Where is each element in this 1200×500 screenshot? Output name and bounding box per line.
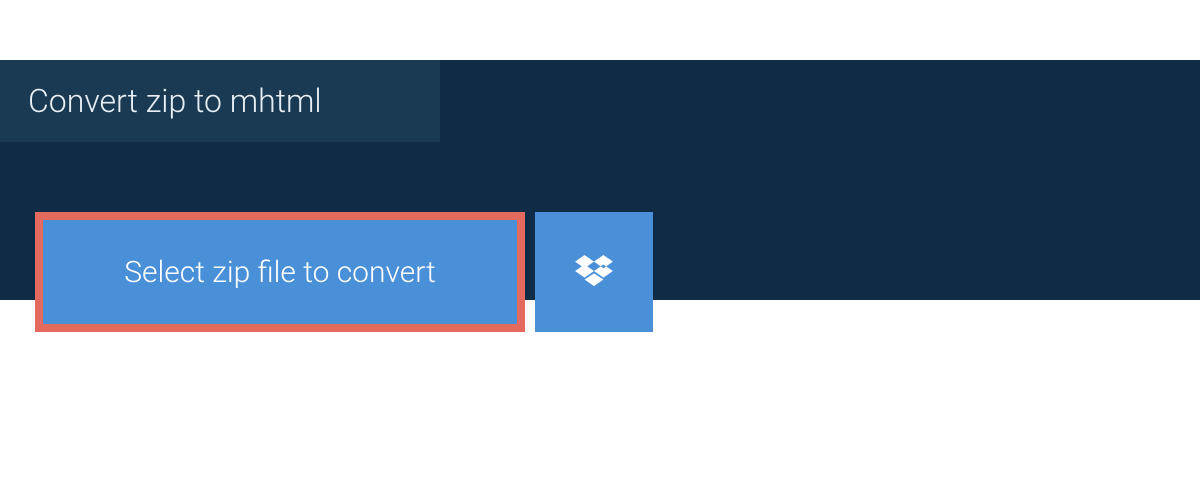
select-file-label: Select zip file to convert (124, 255, 435, 290)
action-row: Select zip file to convert (35, 212, 653, 332)
dropbox-button[interactable] (535, 212, 653, 332)
dropbox-icon (575, 255, 613, 289)
select-file-button[interactable]: Select zip file to convert (35, 212, 525, 332)
conversion-tab[interactable]: Convert zip to mhtml (0, 60, 440, 142)
tab-title: Convert zip to mhtml (28, 82, 322, 120)
